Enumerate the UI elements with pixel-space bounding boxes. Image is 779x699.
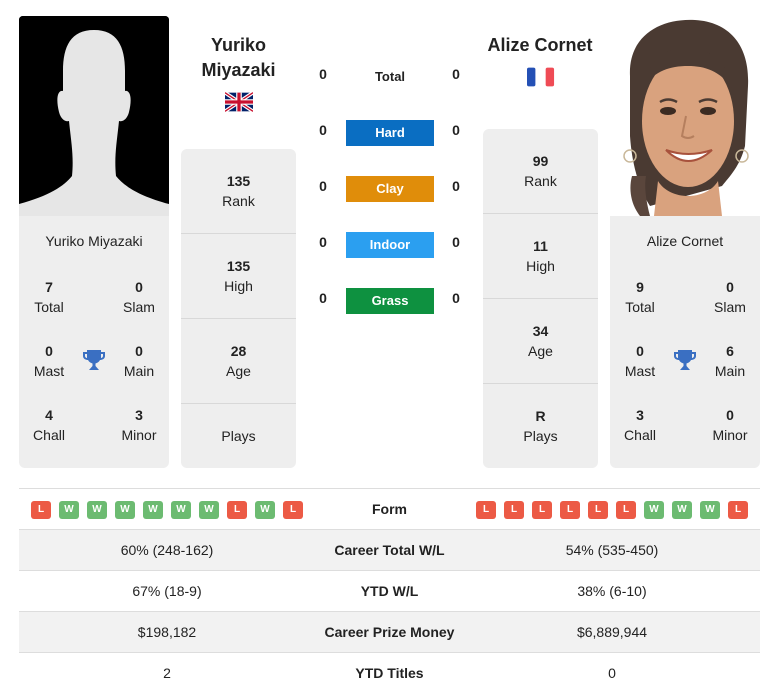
form-row: LWWWWWWLWL Form LLLLLLWWWL [19,489,760,530]
ytd-wl-label: YTD W/L [360,583,419,599]
h2h-clay-left: 0 [319,178,327,194]
form-win-badge[interactable]: W [87,501,107,519]
form-loss-badge[interactable]: L [588,501,608,519]
player-right-photo [610,16,760,216]
surface-grass-badge[interactable]: Grass [346,288,434,314]
age-stat: 34 Age [528,323,553,359]
prize-money-label: Career Prize Money [324,624,455,640]
form-loss-badge[interactable]: L [476,501,496,519]
career-wl-left: 60% (248-162) [120,542,214,558]
titles-total: 7 Total [34,279,64,315]
divider [181,233,296,234]
surface-clay-badge[interactable]: Clay [346,176,434,202]
player-right-form: LLLLLLWWWL [476,501,748,519]
ytd-titles-left: 2 [163,665,171,681]
h2h-total-right: 0 [452,66,460,82]
ytd-titles-label: YTD Titles [355,665,424,681]
player-left-stats-column: 135 Rank 135 High 28 Age Plays [181,149,296,468]
titles-slam: 0 Slam [123,279,155,315]
form-win-badge[interactable]: W [59,501,79,519]
trophy-icon [82,348,106,372]
h2h-indoor-left: 0 [319,234,327,250]
player-left-form: LWWWWWWLWL [31,501,303,519]
form-label: Form [372,501,407,517]
titles-minor: 0 Minor [712,407,748,443]
h2h-grass-right: 0 [452,290,460,306]
titles-total: 9 Total [625,279,655,315]
player-right-card-name: Alize Cornet [646,233,724,249]
player-left-titles-card: Yuriko Miyazaki 7 Total 0 Slam 0 Mast 0 Main… [19,216,169,468]
h2h-grass-left: 0 [319,290,327,306]
form-loss-badge[interactable]: L [532,501,552,519]
titles-chall: 4 Chall [33,407,65,443]
france-flag-icon [527,67,555,87]
h2h-clay-right: 0 [452,178,460,194]
h2h-hard-left: 0 [319,122,327,138]
age-stat: 28 Age [226,343,251,379]
form-win-badge[interactable]: W [700,501,720,519]
divider [181,403,296,404]
high-stat: 135 High [224,258,253,294]
ytd-wl-left: 67% (18-9) [132,583,202,599]
divider [483,383,598,384]
divider [483,213,598,214]
player-right-stats-column: 99 Rank 11 High 34 Age R Plays [483,129,598,468]
trophy-icon [673,348,697,372]
titles-mast: 0 Mast [624,343,656,379]
form-loss-badge[interactable]: L [560,501,580,519]
h2h-hard-right: 0 [452,122,460,138]
ytd-wl-right: 38% (6-10) [577,583,647,599]
form-loss-badge[interactable]: L [227,501,247,519]
form-win-badge[interactable]: W [115,501,135,519]
form-loss-badge[interactable]: L [728,501,748,519]
form-loss-badge[interactable]: L [283,501,303,519]
titles-main: 6 Main [714,343,746,379]
h2h-indoor-right: 0 [452,234,460,250]
h2h-total-left: 0 [319,66,327,82]
form-win-badge[interactable]: W [255,501,275,519]
silhouette-icon [19,16,169,216]
table-row: 67% (18-9) YTD W/L 38% (6-10) [19,571,760,612]
prize-money-left: $198,182 [137,624,197,640]
form-loss-badge[interactable]: L [31,501,51,519]
table-row: 2 YTD Titles 0 [19,653,760,694]
player-right-titles-card: Alize Cornet 9 Total 0 Slam 0 Mast 6 Main 3C… [610,216,760,468]
player-left-name[interactable]: Yuriko Miyazaki [181,33,296,83]
titles-minor: 3 Minor [121,407,157,443]
ytd-titles-right: 0 [608,665,616,681]
rank-stat: 99 Rank [524,153,557,189]
divider [181,318,296,319]
career-wl-right: 54% (535-450) [565,542,659,558]
plays-stat: R Plays [523,408,558,444]
surface-indoor-badge[interactable]: Indoor [346,232,434,258]
form-win-badge[interactable]: W [143,501,163,519]
rank-stat: 135 Rank [222,173,255,209]
titles-mast: 0 Mast [33,343,65,379]
table-row: $198,182 Career Prize Money $6,889,944 [19,612,760,653]
form-loss-badge[interactable]: L [616,501,636,519]
titles-chall: 3 Chall [624,407,656,443]
plays-stat: Plays [221,428,256,444]
titles-slam: 0 Slam [714,279,746,315]
career-wl-label: Career Total W/L [334,542,445,558]
prize-money-right: $6,889,944 [576,624,648,640]
form-win-badge[interactable]: W [644,501,664,519]
player-right-name[interactable]: Alize Cornet [470,33,610,58]
high-stat: 11 High [526,238,555,274]
form-win-badge[interactable]: W [199,501,219,519]
portrait-icon [610,16,760,216]
player-left-card-name: Yuriko Miyazaki [45,233,143,249]
form-loss-badge[interactable]: L [504,501,524,519]
uk-flag-icon [223,91,255,113]
table-row: 60% (248-162) Career Total W/L 54% (535-… [19,530,760,571]
titles-main: 0 Main [123,343,155,379]
form-win-badge[interactable]: W [672,501,692,519]
player-left-photo [19,16,169,216]
surface-hard-badge[interactable]: Hard [346,120,434,146]
divider [483,298,598,299]
form-win-badge[interactable]: W [171,501,191,519]
h2h-total-label: Total [374,69,406,84]
